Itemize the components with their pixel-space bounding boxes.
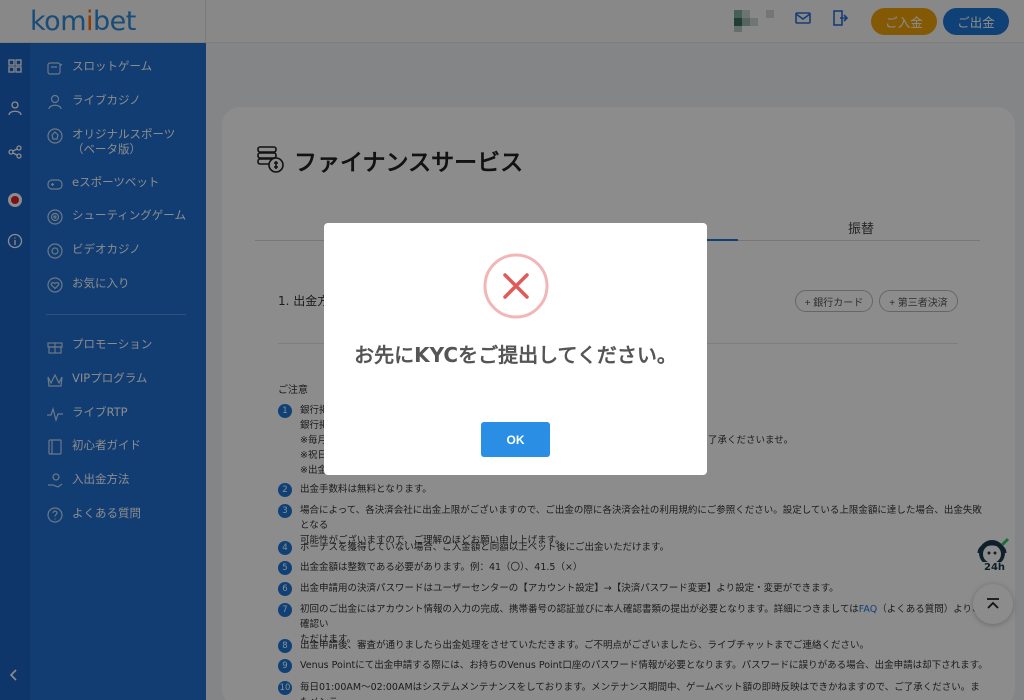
error-x-icon xyxy=(483,253,549,319)
ok-button[interactable]: OK xyxy=(481,422,550,457)
kyc-alert-modal: お先にKYCをご提出してください。 OK xyxy=(324,223,707,475)
modal-message: お先にKYCをご提出してください。 xyxy=(354,343,677,367)
